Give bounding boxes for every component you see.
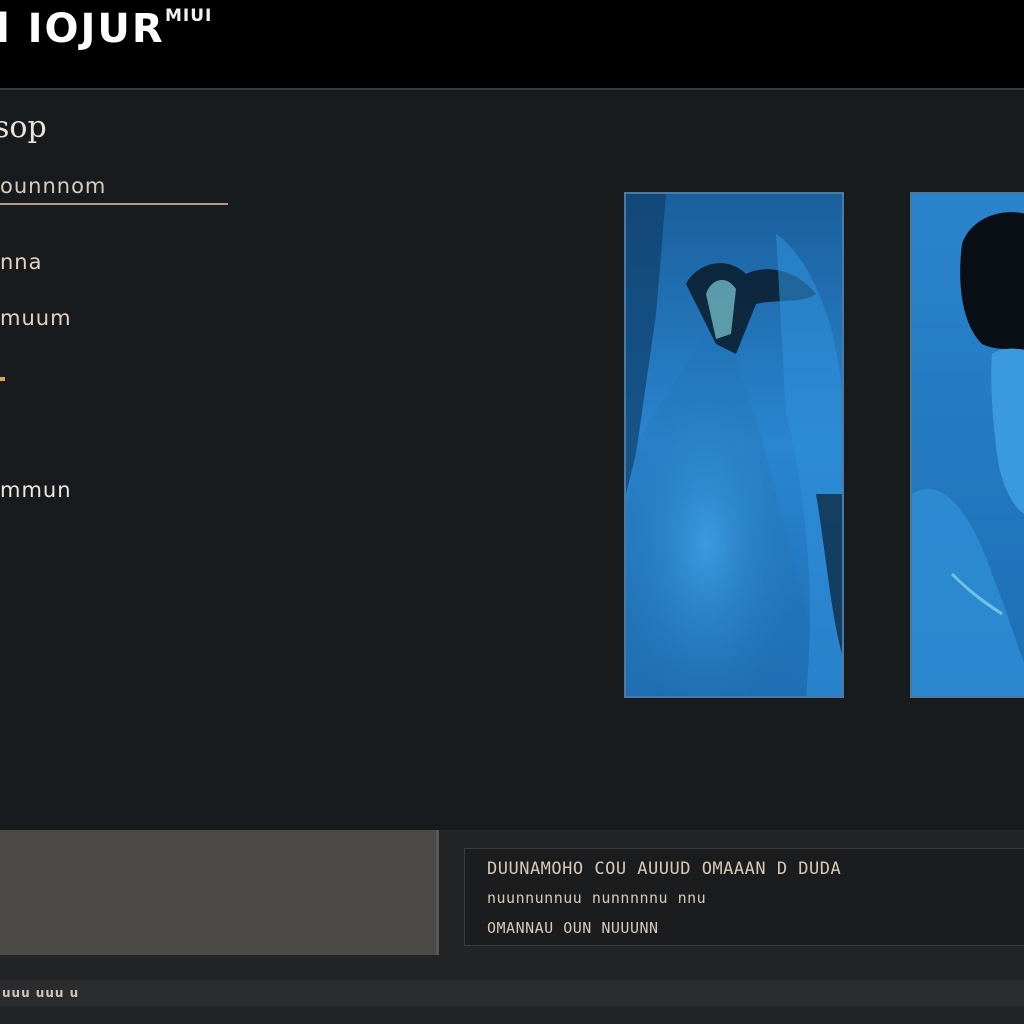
info-line-3: OMANNAU OUN NUUUNN xyxy=(487,919,659,937)
info-box: DUUNAMOHO COU AUUUD OMAAAN D DUDA nuunnu… xyxy=(464,848,1024,946)
menu-item-3[interactable]: mmun xyxy=(0,478,72,502)
menu-item-1[interactable]: nna xyxy=(0,250,43,274)
app-window: l IOJUR MIUI sop ounnnom nna muum mmun D… xyxy=(0,0,1024,1024)
info-line-1: DUUNAMOHO COU AUUUD OMAAAN D DUDA xyxy=(487,859,842,879)
section-divider xyxy=(0,203,228,205)
status-text: uuu uuu u xyxy=(2,986,80,1000)
menu-marker-dot xyxy=(0,377,5,381)
title-bar: l IOJUR MIUI xyxy=(0,0,1024,88)
info-line-2: nuunnunnuu nunnnnnu nnu xyxy=(487,889,707,907)
menu-item-2[interactable]: muum xyxy=(0,306,72,330)
photo-2-image xyxy=(912,194,1024,696)
app-title: l IOJUR xyxy=(0,6,165,52)
main-panel: sop ounnnom nna muum mmun xyxy=(0,88,1024,830)
blue-figure-photo-1[interactable] xyxy=(624,192,844,698)
photo-1-image xyxy=(626,194,842,696)
bottom-panel: DUUNAMOHO COU AUUUD OMAAAN D DUDA nuunnu… xyxy=(0,830,1024,1024)
section-subtitle: ounnnom xyxy=(0,174,107,198)
blue-figure-photo-2[interactable] xyxy=(910,192,1024,698)
section-title: sop xyxy=(0,110,47,145)
status-bar: uuu uuu u xyxy=(0,980,1024,1006)
preview-area xyxy=(0,830,439,955)
app-subtitle: MIUI xyxy=(165,6,213,26)
